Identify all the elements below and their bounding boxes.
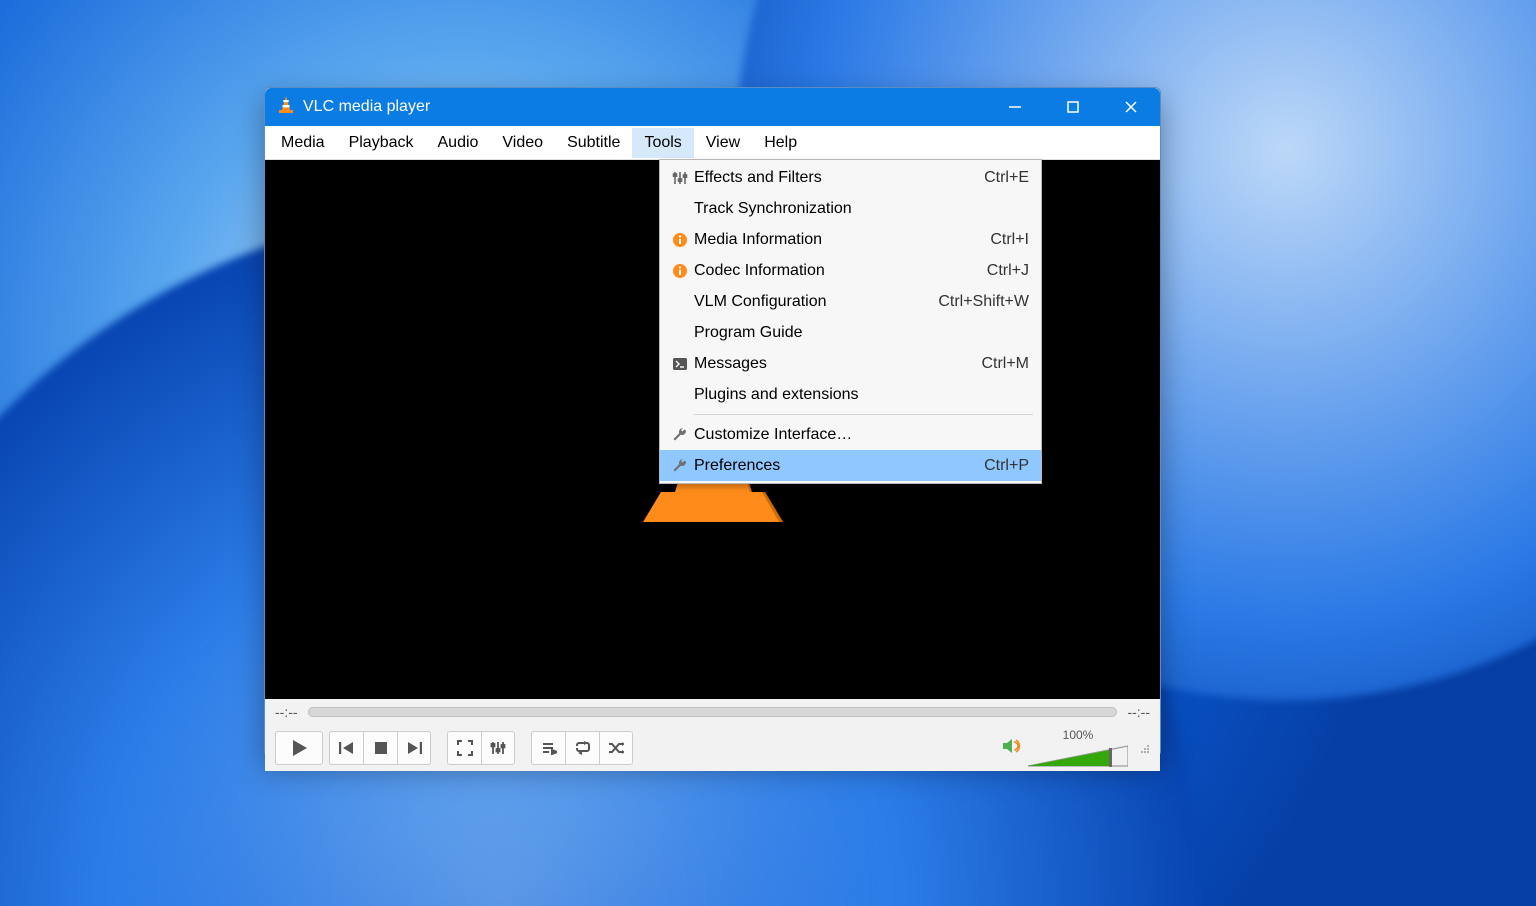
wrench-icon [666, 427, 694, 443]
menu-audio[interactable]: Audio [426, 128, 491, 158]
close-button[interactable] [1102, 88, 1160, 126]
loop-button[interactable] [565, 731, 599, 765]
next-button[interactable] [397, 731, 431, 765]
shuffle-button[interactable] [599, 731, 633, 765]
window-title: VLC media player [303, 98, 986, 116]
menu-item-label: Program Guide [694, 324, 1029, 342]
menu-help[interactable]: Help [752, 128, 809, 158]
sliders-icon [666, 170, 694, 186]
speaker-icon[interactable] [1002, 737, 1022, 760]
menu-item-label: Codec Information [694, 262, 987, 280]
minimize-button[interactable] [986, 88, 1044, 126]
menu-item-label: Customize Interface… [694, 426, 1029, 444]
play-button[interactable] [275, 731, 323, 765]
menu-item-vlm-configuration[interactable]: VLM ConfigurationCtrl+Shift+W [660, 286, 1041, 317]
menu-item-codec-information[interactable]: Codec InformationCtrl+J [660, 255, 1041, 286]
stop-button[interactable] [363, 731, 397, 765]
menu-view[interactable]: View [694, 128, 752, 158]
menu-item-shortcut: Ctrl+I [990, 231, 1029, 249]
menu-item-effects-and-filters[interactable]: Effects and FiltersCtrl+E [660, 162, 1041, 193]
previous-button[interactable] [329, 731, 363, 765]
menu-item-label: Preferences [694, 457, 984, 475]
titlebar[interactable]: VLC media player [265, 88, 1160, 126]
seek-slider[interactable] [308, 707, 1118, 717]
menu-item-label: Messages [694, 355, 981, 373]
menu-media[interactable]: Media [269, 128, 337, 158]
info-icon [666, 263, 694, 279]
fullscreen-button[interactable] [447, 731, 481, 765]
resize-grip-icon[interactable] [1138, 742, 1150, 754]
menu-item-shortcut: Ctrl+P [984, 457, 1029, 475]
time-elapsed: --:-- [275, 704, 298, 720]
menu-separator [694, 414, 1033, 415]
menu-tools[interactable]: Tools [632, 128, 693, 158]
playlist-button[interactable] [531, 731, 565, 765]
volume-value: 100% [1063, 728, 1094, 742]
menu-item-label: Track Synchronization [694, 200, 1029, 218]
info-icon [666, 232, 694, 248]
menu-item-preferences[interactable]: PreferencesCtrl+P [660, 450, 1041, 481]
menu-item-shortcut: Ctrl+M [981, 355, 1029, 373]
time-remaining: --:-- [1127, 704, 1150, 720]
playback-controls: 100% [265, 725, 1160, 771]
wrench-icon [666, 458, 694, 474]
menu-item-label: Media Information [694, 231, 990, 249]
menu-item-label: Plugins and extensions [694, 386, 1029, 404]
menu-item-program-guide[interactable]: Program Guide [660, 317, 1041, 348]
menu-video[interactable]: Video [490, 128, 555, 158]
vlc-window: VLC media player MediaPlaybackAudioVideo… [264, 87, 1161, 757]
menu-item-shortcut: Ctrl+J [987, 262, 1029, 280]
menubar: MediaPlaybackAudioVideoSubtitleToolsView… [265, 126, 1160, 160]
menu-item-customize-interface[interactable]: Customize Interface… [660, 419, 1041, 450]
vlc-cone-icon [277, 95, 295, 120]
tools-menu-dropdown: Effects and FiltersCtrl+E Track Synchroni… [659, 159, 1042, 484]
menu-item-shortcut: Ctrl+E [984, 169, 1029, 187]
menu-item-label: VLM Configuration [694, 293, 938, 311]
menu-subtitle[interactable]: Subtitle [555, 128, 632, 158]
menu-item-track-synchronization[interactable]: Track Synchronization [660, 193, 1041, 224]
menu-item-messages[interactable]: MessagesCtrl+M [660, 348, 1041, 379]
terminal-icon [666, 357, 694, 371]
menu-item-label: Effects and Filters [694, 169, 984, 187]
maximize-button[interactable] [1044, 88, 1102, 126]
seek-bar-row: --:-- --:-- [265, 699, 1160, 725]
extended-settings-button[interactable] [481, 731, 515, 765]
menu-item-media-information[interactable]: Media InformationCtrl+I [660, 224, 1041, 255]
menu-item-plugins-and-extensions[interactable]: Plugins and extensions [660, 379, 1041, 410]
menu-item-shortcut: Ctrl+Shift+W [938, 293, 1029, 311]
volume-slider[interactable] [1028, 744, 1128, 768]
menu-playback[interactable]: Playback [337, 128, 426, 158]
